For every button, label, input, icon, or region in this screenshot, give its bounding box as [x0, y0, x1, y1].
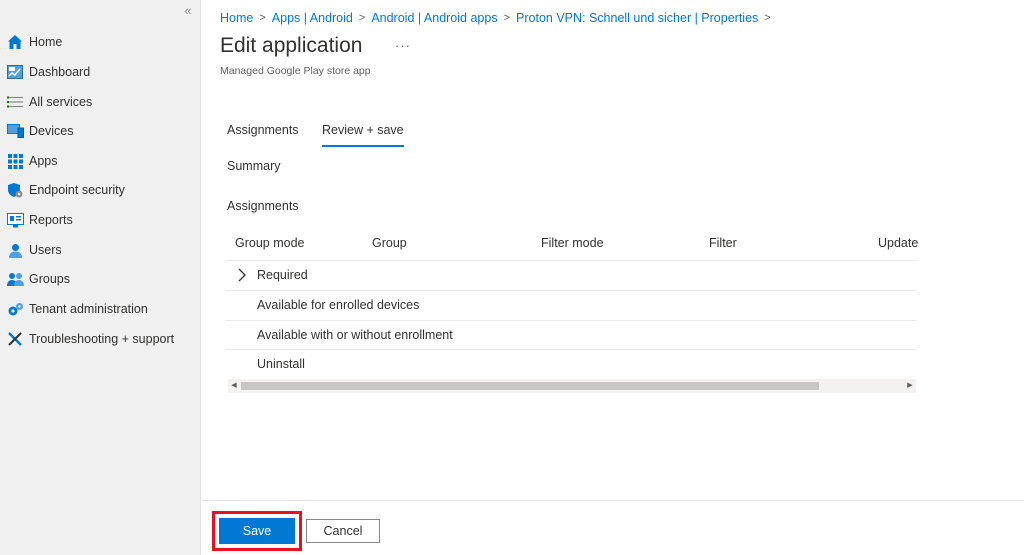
column-header-group[interactable]: Group [372, 236, 407, 250]
cancel-button[interactable]: Cancel [306, 519, 380, 543]
chevron-right-icon[interactable] [235, 267, 249, 283]
dashboard-icon [6, 63, 24, 81]
breadcrumb: Home > Apps | Android > Android | Androi… [220, 9, 777, 27]
collapse-sidebar-button[interactable]: « [181, 4, 195, 18]
devices-icon [6, 122, 24, 140]
breadcrumb-home[interactable]: Home [220, 11, 253, 25]
column-header-group-mode[interactable]: Group mode [235, 236, 304, 250]
assignments-heading: Assignments [227, 199, 299, 213]
sidebar-item-troubleshooting-support[interactable]: Troubleshooting + support [0, 324, 200, 354]
list-icon [6, 93, 24, 111]
sidebar-item-label: Reports [29, 213, 73, 227]
save-button[interactable]: Save [219, 518, 295, 544]
sidebar-item-label: Tenant administration [29, 302, 148, 316]
tab-review-save[interactable]: Review + save [322, 123, 404, 147]
breadcrumb-separator: > [503, 12, 511, 24]
horizontal-scrollbar[interactable]: ◀ ▶ [228, 379, 916, 393]
breadcrumb-separator: > [764, 12, 771, 24]
tab-assignments[interactable]: Assignments [227, 123, 299, 147]
table-row-uninstall[interactable]: Uninstall [257, 357, 305, 371]
table-row-available-enrolled[interactable]: Available for enrolled devices [257, 298, 419, 312]
sidebar-item-dashboard[interactable]: Dashboard [0, 57, 200, 87]
reports-icon [6, 211, 24, 229]
column-header-filter[interactable]: Filter [709, 236, 737, 250]
sidebar-item-endpoint-security[interactable]: Endpoint security [0, 175, 200, 205]
column-header-filter-mode[interactable]: Filter mode [541, 236, 604, 250]
sidebar-item-tenant-administration[interactable]: Tenant administration [0, 294, 200, 324]
sidebar-item-home[interactable]: Home [0, 27, 200, 57]
breadcrumb-apps-android[interactable]: Apps | Android [272, 11, 353, 25]
breadcrumb-app-properties[interactable]: Proton VPN: Schnell und sicher | Propert… [516, 11, 758, 25]
scrollbar-thumb[interactable] [241, 382, 819, 390]
sidebar-item-label: Devices [29, 124, 74, 138]
scroll-left-arrow-icon[interactable]: ◀ [229, 381, 239, 391]
tenant-admin-icon [6, 300, 24, 318]
sidebar-item-groups[interactable]: Groups [0, 264, 200, 294]
sidebar-item-reports[interactable]: Reports [0, 205, 200, 235]
sidebar-item-label: Users [29, 243, 62, 257]
tools-icon [6, 330, 24, 348]
sidebar-item-label: Dashboard [29, 65, 91, 79]
sidebar-item-label: Troubleshooting + support [29, 332, 175, 346]
page-subtitle: Managed Google Play store app [220, 65, 371, 77]
apps-grid-icon [6, 152, 24, 170]
table-row-required[interactable]: Required [257, 268, 308, 282]
breadcrumb-android-apps[interactable]: Android | Android apps [371, 11, 497, 25]
left-navigation: « Home Dashboard All services Devices Ap… [0, 0, 201, 555]
home-icon [6, 33, 24, 51]
action-footer: Save Cancel [202, 500, 1024, 555]
table-row-available-without-enrollment[interactable]: Available with or without enrollment [257, 328, 453, 342]
shield-icon [6, 181, 24, 199]
sidebar-item-label: All services [29, 95, 93, 109]
divider [226, 349, 916, 350]
divider [226, 290, 916, 291]
breadcrumb-separator: > [259, 12, 266, 24]
groups-icon [6, 270, 24, 288]
scroll-right-arrow-icon[interactable]: ▶ [905, 381, 915, 391]
main-content: Home > Apps | Android > Android | Androi… [202, 0, 1024, 500]
sidebar-item-label: Groups [29, 272, 70, 286]
sidebar-item-users[interactable]: Users [0, 235, 200, 265]
sidebar-item-label: Apps [29, 154, 58, 168]
page-title: Edit application [220, 34, 363, 57]
sidebar-item-devices[interactable]: Devices [0, 116, 200, 146]
sidebar-item-label: Home [29, 35, 63, 49]
divider [226, 260, 916, 261]
sidebar-item-label: Endpoint security [29, 183, 125, 197]
sidebar-item-apps[interactable]: Apps [0, 146, 200, 176]
breadcrumb-separator: > [358, 12, 366, 24]
user-icon [6, 241, 24, 259]
sidebar-item-all-services[interactable]: All services [0, 87, 200, 117]
divider [226, 320, 916, 321]
summary-heading: Summary [227, 159, 281, 173]
more-options-button[interactable]: ··· [395, 38, 411, 53]
column-header-update[interactable]: Update [878, 236, 918, 250]
